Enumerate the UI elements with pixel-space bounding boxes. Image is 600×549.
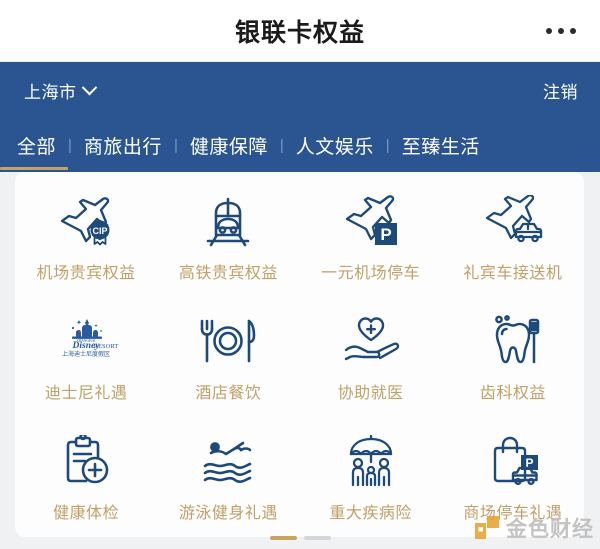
benefit-item-dental[interactable]: 齿科权益 bbox=[442, 298, 584, 418]
tab-separator: | bbox=[385, 136, 390, 154]
benefit-label: 齿科权益 bbox=[479, 384, 546, 402]
benefit-item-disney[interactable]: Disney RESORT SHANGHAI 上海迪士尼度假区 迪士尼礼遇 bbox=[15, 298, 157, 418]
benefit-label: 机场贵宾权益 bbox=[36, 265, 136, 283]
hand-heart-medical-icon bbox=[342, 312, 400, 370]
blue-header: 上海市 注销 全部 | 商旅出行 | 健康保障 | 人文娱乐 | 至臻生活 bbox=[0, 62, 600, 172]
airplane-parking-icon: P bbox=[342, 192, 400, 250]
benefit-item-health-checkup[interactable]: 健康体检 bbox=[15, 417, 157, 537]
airplane-car-transfer-icon bbox=[483, 192, 543, 250]
benefit-item-chauffeur-transfer[interactable]: 礼宾车接送机 bbox=[442, 178, 584, 298]
fork-plate-knife-icon bbox=[200, 312, 256, 370]
benefit-item-medical-assistance[interactable]: 协助就医 bbox=[300, 298, 442, 418]
benefit-label: 商场停车礼遇 bbox=[463, 504, 563, 522]
disney-resort-logo-icon: Disney RESORT SHANGHAI 上海迪士尼度假区 bbox=[52, 312, 120, 370]
tab-culture-entertainment[interactable]: 人文娱乐 bbox=[287, 132, 383, 159]
benefit-item-airport-parking[interactable]: P 一元机场停车 bbox=[300, 178, 442, 298]
page-dot-1[interactable] bbox=[269, 536, 297, 540]
shopping-bag-car-parking-icon: P bbox=[485, 432, 541, 490]
airplane-cip-badge-icon: CIP bbox=[56, 192, 116, 250]
app-title-bar: 银联卡权益 bbox=[0, 0, 600, 62]
clipboard-medical-icon bbox=[60, 432, 112, 490]
city-label: 上海市 bbox=[24, 82, 77, 102]
header-top-row: 上海市 注销 bbox=[0, 62, 600, 118]
benefit-label: 游泳健身礼遇 bbox=[178, 504, 278, 522]
tab-health-protection[interactable]: 健康保障 bbox=[181, 132, 277, 159]
ellipsis-icon[interactable] bbox=[546, 27, 576, 34]
benefit-item-airport-vip[interactable]: CIP 机场贵宾权益 bbox=[15, 178, 157, 298]
ellipsis-dot bbox=[558, 27, 564, 34]
tab-business-travel[interactable]: 商旅出行 bbox=[75, 132, 171, 159]
page-dot-2[interactable] bbox=[303, 536, 331, 540]
high-speed-train-icon bbox=[201, 192, 255, 250]
benefit-item-hotel-dining[interactable]: 酒店餐饮 bbox=[157, 298, 299, 418]
logout-button[interactable]: 注销 bbox=[543, 78, 578, 103]
umbrella-family-icon bbox=[343, 432, 399, 490]
benefit-label: 重大疾病险 bbox=[329, 504, 412, 522]
swimmer-icon bbox=[199, 432, 257, 490]
tab-separator: | bbox=[68, 136, 72, 154]
svg-text:P: P bbox=[380, 225, 391, 244]
page-indicator bbox=[0, 536, 600, 540]
svg-text:CIP: CIP bbox=[93, 226, 108, 236]
tab-separator: | bbox=[173, 136, 178, 154]
page-title: 银联卡权益 bbox=[234, 18, 365, 47]
svg-text:上海迪士尼度假区: 上海迪士尼度假区 bbox=[62, 350, 110, 358]
benefit-label: 酒店餐饮 bbox=[195, 384, 262, 402]
chevron-down-icon bbox=[81, 79, 97, 95]
benefit-label: 健康体检 bbox=[53, 504, 120, 522]
city-selector[interactable]: 上海市 bbox=[24, 78, 97, 103]
benefit-label: 迪士尼礼遇 bbox=[44, 384, 128, 402]
benefit-label: 高铁贵宾权益 bbox=[178, 265, 278, 283]
benefit-item-train-vip[interactable]: 高铁贵宾权益 bbox=[157, 178, 299, 298]
benefit-item-mall-parking[interactable]: P 商场停车礼遇 bbox=[442, 417, 584, 537]
benefit-label: 礼宾车接送机 bbox=[463, 265, 563, 283]
benefits-grid: CIP 机场贵宾权益 高铁贵宾权益 P 一元机场停车 礼宾车接送机 Disney… bbox=[15, 172, 584, 537]
ellipsis-dot bbox=[570, 27, 576, 34]
benefits-card: CIP 机场贵宾权益 高铁贵宾权益 P 一元机场停车 礼宾车接送机 Disney… bbox=[15, 172, 584, 537]
tab-separator: | bbox=[279, 136, 284, 154]
ellipsis-dot bbox=[546, 27, 552, 34]
active-tab-indicator bbox=[0, 167, 68, 170]
svg-text:RESORT: RESORT bbox=[94, 343, 119, 350]
svg-text:SHANGHAI: SHANGHAI bbox=[77, 339, 97, 343]
category-tabs: 全部 | 商旅出行 | 健康保障 | 人文娱乐 | 至臻生活 bbox=[0, 118, 600, 172]
tab-premium-life[interactable]: 至臻生活 bbox=[393, 132, 489, 159]
benefits-stage: CIP 机场贵宾权益 高铁贵宾权益 P 一元机场停车 礼宾车接送机 Disney… bbox=[0, 172, 600, 549]
benefit-item-swimming-fitness[interactable]: 游泳健身礼遇 bbox=[157, 417, 299, 537]
tab-all[interactable]: 全部 bbox=[8, 132, 65, 159]
benefit-item-critical-illness[interactable]: 重大疾病险 bbox=[300, 417, 442, 537]
tooth-toothbrush-icon bbox=[486, 312, 540, 370]
benefit-label: 一元机场停车 bbox=[321, 265, 421, 283]
benefit-label: 协助就医 bbox=[337, 384, 404, 402]
